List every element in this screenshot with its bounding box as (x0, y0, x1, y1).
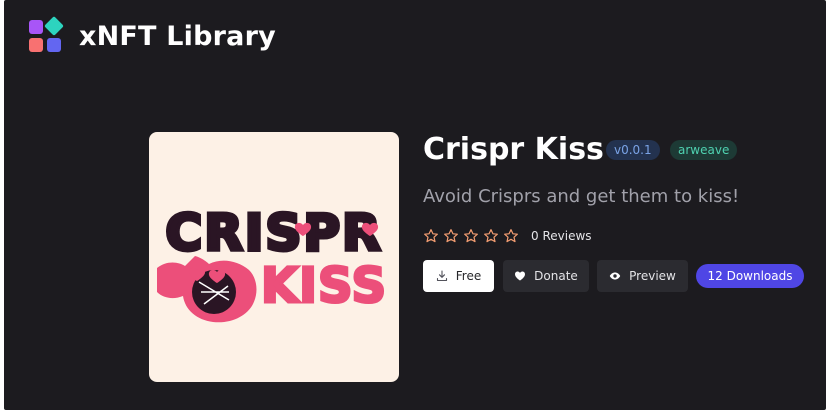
preview-button-label: Preview (629, 269, 676, 283)
star-icon[interactable] (443, 228, 459, 244)
heart-icon (515, 271, 526, 281)
download-icon (436, 270, 447, 282)
item-description: Avoid Crisprs and get them to kiss! (423, 186, 740, 207)
item-title: Crispr Kiss (423, 132, 604, 167)
free-button[interactable]: Free (423, 260, 494, 292)
crispr-creature-icon (157, 256, 257, 323)
version-badge: v0.0.1 (606, 140, 660, 160)
cover-image: CRISPR KISS (149, 132, 399, 382)
eye-icon (609, 272, 621, 280)
preview-button[interactable]: Preview (597, 260, 688, 292)
cover-line1: CRISPR (166, 204, 383, 262)
rating: 0 Reviews (423, 228, 592, 244)
storage-badge: arweave (670, 140, 738, 160)
header: xNFT Library (28, 16, 276, 54)
star-icon[interactable] (463, 228, 479, 244)
cover-line2: KISS (261, 258, 387, 314)
downloads-count: 12 Downloads (707, 269, 793, 283)
app-title[interactable]: xNFT Library (79, 21, 276, 52)
reviews-count[interactable]: 0 Reviews (531, 229, 592, 243)
xnft-logo-icon[interactable] (28, 16, 64, 54)
app-window: xNFT Library CRISPR KISS Crispr Kiss v0.… (4, 0, 826, 410)
star-icon[interactable] (483, 228, 499, 244)
star-icon[interactable] (503, 228, 519, 244)
downloads-badge[interactable]: 12 Downloads (696, 264, 804, 288)
star-icon[interactable] (423, 228, 439, 244)
free-button-label: Free (455, 269, 482, 283)
donate-button-label: Donate (534, 269, 578, 283)
donate-button[interactable]: Donate (503, 260, 589, 292)
